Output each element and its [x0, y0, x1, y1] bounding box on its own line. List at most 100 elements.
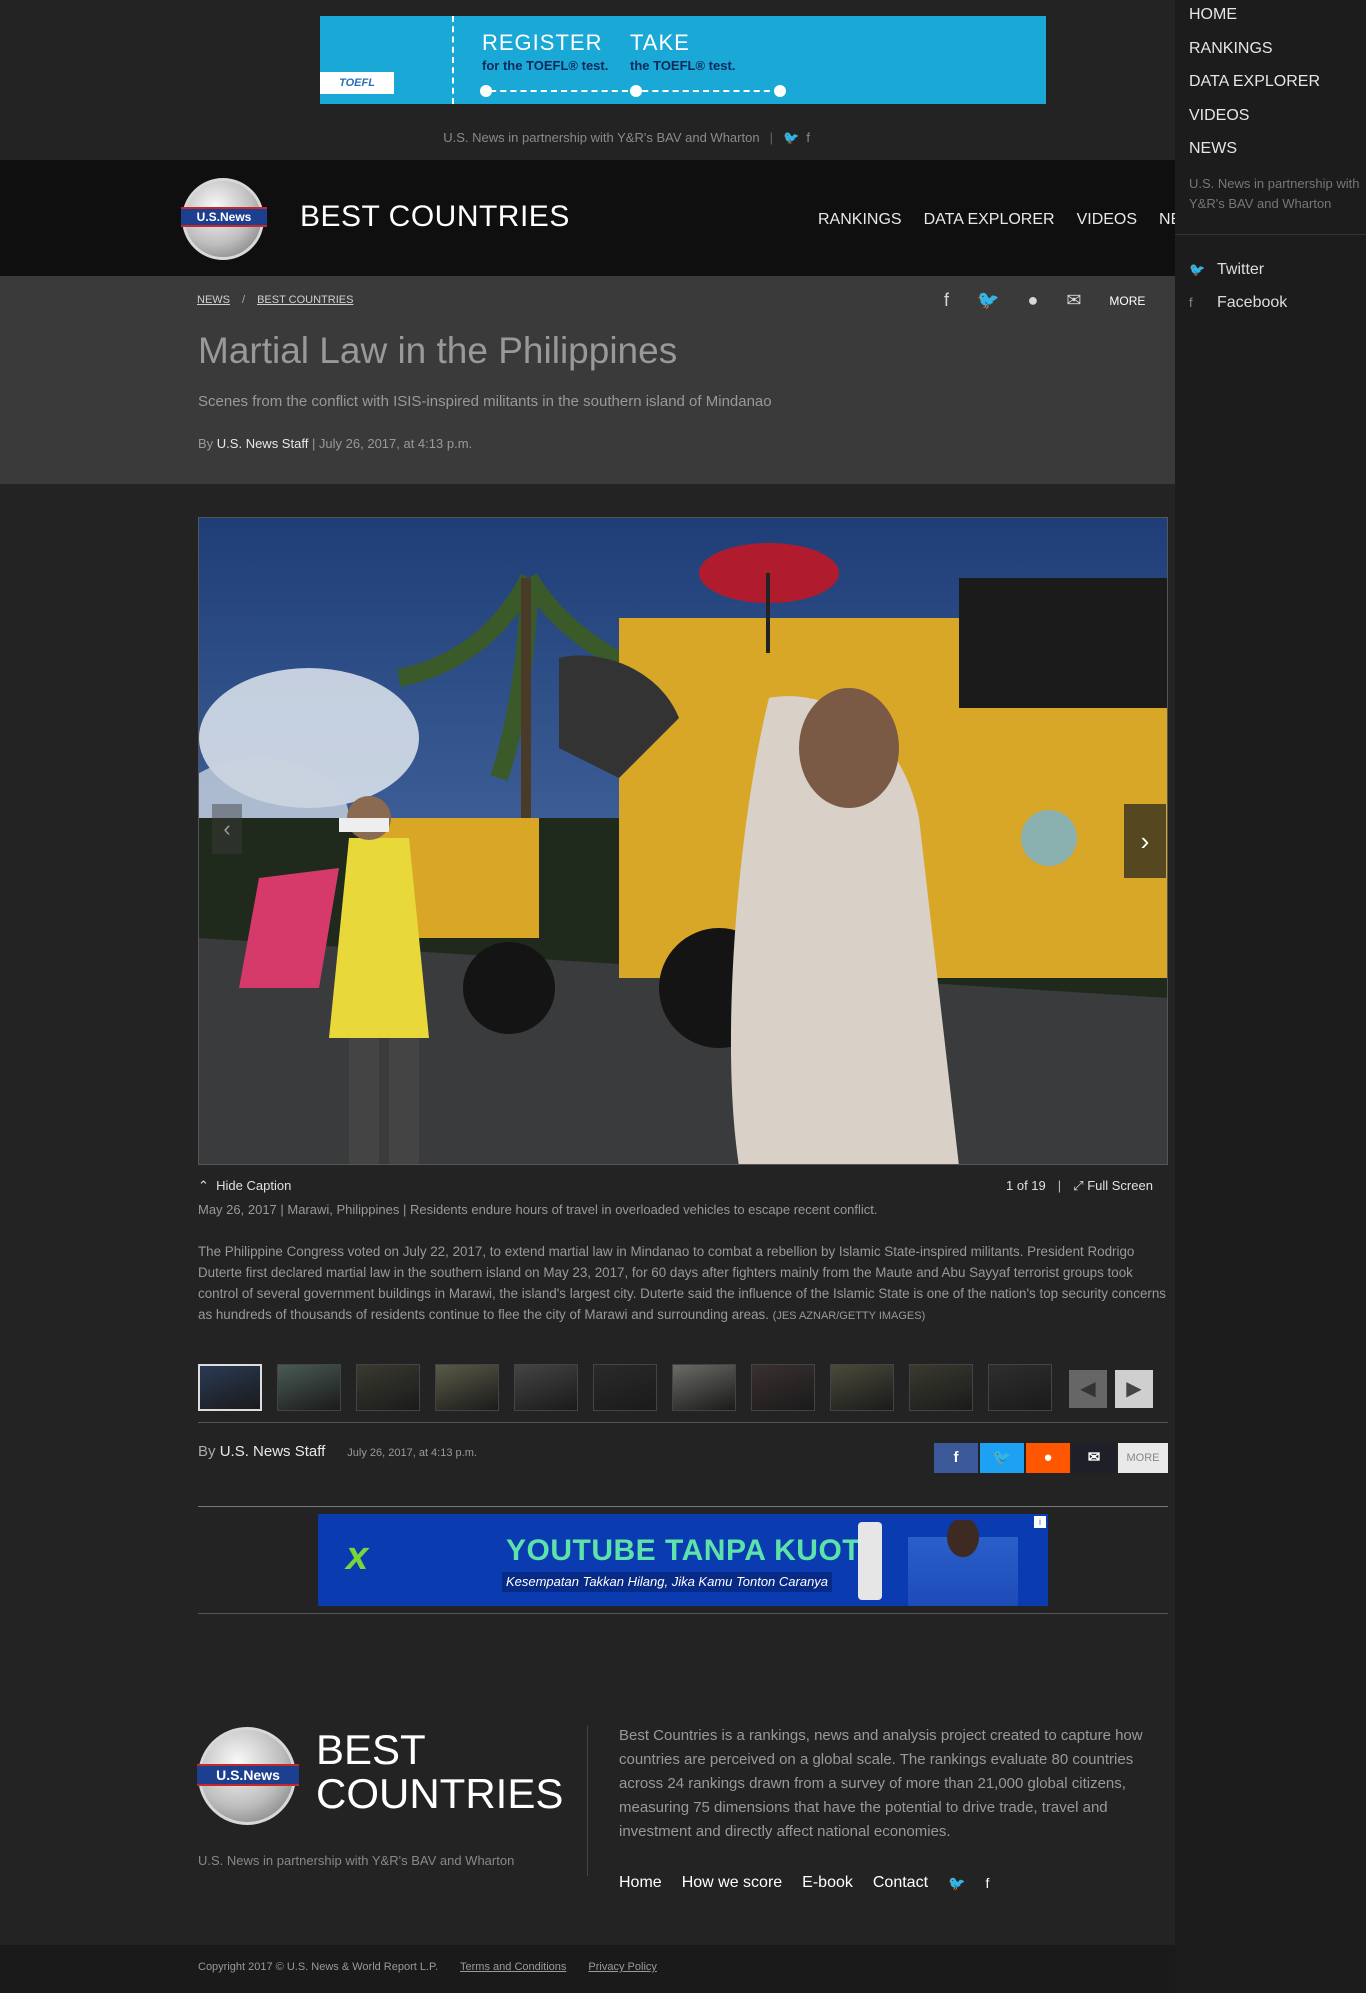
share-more-button[interactable]: MORE [1109, 294, 1145, 308]
side-item-news[interactable]: NEWS [1189, 140, 1237, 158]
xl-logo-text: x [346, 1534, 369, 1578]
facebook-share-button[interactable]: f [934, 1443, 978, 1473]
ad-track-dot [630, 85, 642, 97]
facebook-label: Facebook [1217, 294, 1288, 311]
full-screen-button[interactable]: ⤢ Full Screen [1073, 1178, 1153, 1193]
ad-register-head: REGISTER [482, 30, 603, 55]
facebook-icon[interactable]: f [985, 1875, 989, 1891]
gallery-photo[interactable] [198, 517, 1168, 1165]
ad-info-icon[interactable]: i [1034, 1516, 1046, 1528]
reddit-share-button[interactable]: ● [1026, 1443, 1070, 1473]
footer-title-line1: BEST [316, 1726, 426, 1773]
ad-track-dot [774, 85, 786, 97]
xl-ad-banner[interactable]: x YOUTUBE TANPA KUOTA Kesempatan Takkan … [318, 1514, 1048, 1606]
privacy-link[interactable]: Privacy Policy [588, 1961, 656, 1973]
gallery-thumbnail[interactable] [277, 1364, 341, 1411]
site-title[interactable]: BEST COUNTRIES [300, 200, 570, 234]
toefl-ad-banner[interactable]: TOEFL REGISTER for the TOEFL® test. TAKE… [320, 16, 1046, 104]
footer-link-ebook[interactable]: E-book [802, 1874, 853, 1892]
bottom-byline-author[interactable]: U.S. News Staff [220, 1443, 326, 1460]
facebook-icon: f [1189, 295, 1193, 310]
copyright: Copyright 2017 © U.S. News & World Repor… [198, 1961, 439, 1973]
byline-date: | July 26, 2017, at 4:13 p.m. [311, 436, 473, 451]
nav-news[interactable]: NEWS [1159, 211, 1175, 229]
toefl-ad-brand: TOEFL [320, 72, 394, 94]
reddit-icon[interactable]: ● [1027, 290, 1038, 311]
footer-logo-text: U.S.News [197, 1764, 299, 1786]
gallery-thumbnail[interactable] [751, 1364, 815, 1411]
side-item-rankings[interactable]: RANKINGS [1189, 40, 1273, 58]
bottom-byline-date: July 26, 2017, at 4:13 p.m. [347, 1447, 477, 1459]
breadcrumb-news[interactable]: NEWS [197, 294, 230, 306]
share-bar-bottom: f 🐦 ● ✉ MORE [934, 1443, 1168, 1473]
gallery-prev-button[interactable]: ‹ [212, 804, 242, 854]
divider [198, 1613, 1168, 1614]
side-item-videos[interactable]: VIDEOS [1189, 107, 1249, 125]
gallery-thumbnail[interactable] [672, 1364, 736, 1411]
side-facebook-link[interactable]: f Facebook [1189, 294, 1287, 312]
footer-title-line2: COUNTRIES [316, 1770, 564, 1817]
partner-text: U.S. News in partnership with Y&R's BAV … [443, 130, 760, 145]
article-title: Martial Law in the Philippines [198, 330, 678, 371]
footer-link-how-we-score[interactable]: How we score [682, 1874, 782, 1892]
footer-links: Home How we score E-book Contact 🐦 f [619, 1874, 989, 1892]
footer-description: Best Countries is a rankings, news and a… [619, 1727, 1143, 1840]
side-item-data-explorer[interactable]: DATA EXPLORER [1189, 73, 1320, 91]
gallery-thumbnail[interactable] [514, 1364, 578, 1411]
twitter-icon[interactable]: 🐦 [783, 130, 799, 145]
footer-partner: U.S. News in partnership with Y&R's BAV … [198, 1853, 515, 1868]
gallery-counter: 1 of 19 | ⤢ Full Screen [1006, 1178, 1153, 1193]
nav-videos[interactable]: VIDEOS [1077, 211, 1137, 229]
ad-register-sub: for the TOEFL® test. [482, 58, 609, 73]
photo-credit: (JES AZNAR/GETTY IMAGES) [772, 1310, 926, 1322]
xl-logo: x [346, 1534, 398, 1584]
side-menu: HOME RANKINGS DATA EXPLORER VIDEOS NEWS … [1175, 0, 1366, 1993]
bottom-byline: By U.S. News Staff July 26, 2017, at 4:13… [198, 1443, 477, 1460]
facebook-icon[interactable]: f [806, 130, 810, 145]
ad-take-head: TAKE [630, 30, 690, 55]
twitter-share-button[interactable]: 🐦 [980, 1443, 1024, 1473]
hide-caption-button[interactable]: ⌃ Hide Caption [198, 1178, 291, 1194]
expand-icon: ⤢ [1073, 1178, 1084, 1193]
footer-usnews-logo[interactable]: U.S.News [197, 1727, 299, 1825]
breadcrumb: NEWS / BEST COUNTRIES [197, 294, 354, 306]
twitter-icon[interactable]: 🐦 [948, 1875, 965, 1892]
gallery-thumbnail[interactable] [909, 1364, 973, 1411]
gallery-next-button[interactable]: › [1124, 804, 1166, 878]
breadcrumb-best-countries[interactable]: BEST COUNTRIES [257, 294, 353, 306]
phone-image [858, 1522, 882, 1600]
caption-body: The Philippine Congress voted on July 22… [198, 1244, 1166, 1322]
caption-line: May 26, 2017 | Marawi, Philippines | Res… [198, 1202, 878, 1217]
logo-text: U.S.News [181, 207, 267, 227]
footer-link-contact[interactable]: Contact [873, 1874, 928, 1892]
twitter-label: Twitter [1217, 261, 1265, 278]
email-icon[interactable]: ✉ [1066, 290, 1081, 311]
terms-link[interactable]: Terms and Conditions [460, 1961, 566, 1973]
twitter-icon[interactable]: 🐦 [977, 290, 999, 311]
footer-divider [587, 1726, 588, 1876]
side-item-home[interactable]: HOME [1189, 6, 1237, 24]
gallery-thumbnail[interactable] [830, 1364, 894, 1411]
usnews-logo[interactable]: U.S.News [181, 178, 267, 260]
email-share-button[interactable]: ✉ [1072, 1443, 1116, 1473]
nav-data-explorer[interactable]: DATA EXPLORER [924, 211, 1055, 229]
gallery-thumbnail[interactable] [435, 1364, 499, 1411]
full-screen-label: Full Screen [1087, 1178, 1153, 1193]
hide-caption-label: Hide Caption [216, 1178, 292, 1193]
gallery-thumbnail[interactable] [198, 1364, 262, 1411]
gallery-thumbnail[interactable] [593, 1364, 657, 1411]
side-twitter-link[interactable]: 🐦 Twitter [1189, 261, 1264, 279]
partner-strip: U.S. News in partnership with Y&R's BAV … [443, 130, 810, 145]
gallery-thumbnail[interactable] [356, 1364, 420, 1411]
nav-rankings[interactable]: RANKINGS [818, 211, 902, 229]
footer-link-home[interactable]: Home [619, 1874, 662, 1892]
thumbs-next-button[interactable]: ▶ [1115, 1370, 1153, 1408]
facebook-icon[interactable]: f [944, 290, 949, 311]
thumbs-prev-button[interactable]: ◀ [1069, 1370, 1107, 1408]
side-divider [1175, 234, 1366, 235]
byline-author[interactable]: U.S. News Staff [217, 436, 309, 451]
share-more-button[interactable]: MORE [1118, 1443, 1168, 1473]
article-subtitle: Scenes from the conflict with ISIS-inspi… [198, 393, 772, 410]
bottom-byline-by: By [198, 1443, 216, 1460]
gallery-thumbnail[interactable] [988, 1364, 1052, 1411]
